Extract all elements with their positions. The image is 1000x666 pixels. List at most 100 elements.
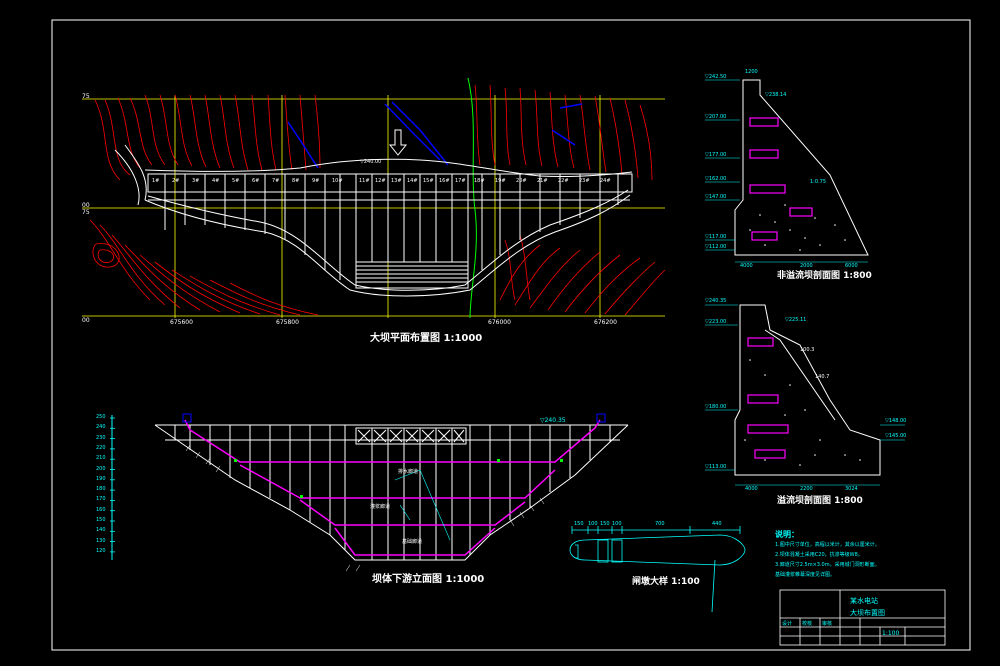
of-el-f: ▽113.00 [705, 464, 727, 470]
dam-block-label: 20# [516, 178, 527, 184]
dam-block-label: 9# [312, 178, 320, 184]
of-dim-3: 3024 [845, 486, 858, 492]
of-el-d: ▽148.00 [885, 418, 907, 424]
dam-block-label: 22# [558, 178, 569, 184]
dam-elevation-outline [154, 424, 629, 561]
elevation-scale-label: 170 [96, 496, 106, 503]
notes-line-4: 基础灌浆帷幕深度见详图。 [775, 572, 836, 578]
overflow-section [705, 304, 905, 486]
elevation-scale-label: 230 [96, 434, 106, 441]
plan-grid-y1: 75 [82, 93, 90, 100]
elevation-scale-label: 160 [96, 506, 106, 513]
no-el-f: ▽117.00 [705, 234, 727, 240]
plan-grid-y3: 75 [82, 209, 90, 216]
dam-block-label: 11# [359, 178, 370, 184]
gate-pier-dim: 700 [655, 521, 665, 527]
no-el-top: ▽242.50 [705, 74, 727, 80]
notes-line-2: 2.坝体混凝土采用C20，抗渗等级W8。 [775, 552, 863, 558]
of-el-top: ▽240.35 [705, 298, 727, 304]
elevation-scale-label: 130 [96, 537, 106, 544]
overflow-title: 溢流坝剖面图 1:800 [777, 496, 863, 506]
drawing-sheet: 大坝平面布置图 1:1000 坝体下游立面图 1:1000 非溢流坝剖面图 1:… [0, 0, 1000, 666]
gallery-label-1: 排水廊道 [398, 469, 419, 475]
no-el-c: ▽177.00 [705, 152, 727, 158]
plan-crest-elev: ▽240.00 [360, 159, 382, 165]
plan-coord-4: 676200 [594, 319, 617, 326]
plan-view [82, 77, 666, 319]
gate-pier-detail [569, 526, 746, 613]
dam-block-label: 8# [292, 178, 300, 184]
dam-block-label: 18# [474, 178, 485, 184]
gate-pier-title: 闸墩大样 1:100 [632, 577, 700, 587]
tb-scale: 1:100 [882, 630, 900, 637]
plan-coord-3: 676000 [488, 319, 511, 326]
notes-line-1: 1.图中尺寸单位，高程以米计，其余以厘米计。 [775, 542, 880, 548]
of-dim-1: 4000 [745, 486, 758, 492]
elevation-scale-label: 150 [96, 517, 106, 523]
dam-block-label: 6# [252, 178, 260, 184]
gate-pier-dim: 150 [574, 521, 584, 527]
dam-block-label: 1# [152, 178, 160, 184]
gate-pier-dim: 150 [600, 521, 610, 527]
elevation-title: 坝体下游立面图 1:1000 [372, 574, 485, 585]
dam-block-label: 21# [537, 178, 548, 184]
elevation-scale-label: 200 [96, 465, 106, 472]
dam-block-label: 19# [495, 178, 506, 184]
no-dim-1: 4000 [740, 263, 753, 269]
no-slope: 1:0.75 [810, 179, 826, 185]
plan-coord-2: 675800 [276, 319, 299, 326]
gate-pier-dim: 100 [612, 521, 622, 527]
no-dim-2: 2000 [800, 263, 813, 269]
dam-block-label: 15# [423, 178, 434, 184]
elevation-scale-label: 240 [96, 424, 106, 431]
elevation-scale-label: 120 [96, 547, 106, 554]
dam-block-label: 4# [212, 178, 220, 184]
no-dim-3: 6000 [845, 263, 858, 269]
dam-block-label: 7# [272, 178, 280, 184]
notes-heading: 说明： [775, 530, 799, 539]
tb-project: 某水电站 [850, 597, 878, 605]
elevation-scale-label: 220 [96, 444, 106, 451]
of-el-a: ▽223.00 [705, 319, 727, 325]
elevation-scale-label: 140 [96, 527, 106, 534]
gallery-label-3: 基础廊道 [402, 539, 423, 545]
dam-block-label: 10# [332, 178, 343, 184]
elevation-scale-label: 180 [96, 486, 106, 493]
tb-r2: 校核 [802, 621, 813, 627]
dam-block-label: 17# [455, 178, 466, 184]
tb-r3: 审核 [822, 621, 833, 627]
tb-r1: 设计 [782, 621, 793, 627]
no-el-g: ▽112.00 [705, 244, 727, 250]
dam-block-label: 5# [232, 178, 240, 184]
dam-block-label: 23# [579, 178, 590, 184]
plan-coord-1: 675600 [170, 319, 193, 326]
gate-pier-dim: 100 [588, 521, 598, 527]
gate-pier-dim: 440 [712, 521, 722, 527]
nonoverflow-title: 非溢流坝剖面图 1:800 [777, 271, 872, 281]
dam-plan-outline [114, 129, 633, 297]
dam-block-label: 14# [407, 178, 418, 184]
gallery-label-2: 灌浆廊道 [370, 504, 391, 510]
of-len-2: 140.7 [815, 374, 830, 380]
no-el-e: ▽147.00 [705, 194, 727, 200]
dam-block-label: 2# [172, 178, 180, 184]
no-crest-width: 1200 [745, 69, 758, 75]
elevation-scale-label: 210 [96, 455, 106, 462]
dam-block-label: 3# [192, 178, 200, 184]
plan-grid-y4: 00 [82, 317, 90, 324]
of-len-1: 100.3 [800, 347, 815, 353]
no-el-d: ▽162.00 [705, 176, 727, 182]
plan-title: 大坝平面布置图 1:1000 [370, 333, 483, 344]
no-el-a: ▽238.14 [765, 92, 787, 98]
elevation-scale-label: 250 [96, 414, 106, 420]
elevation-scale-label: 190 [96, 475, 106, 482]
elevation-view [110, 413, 629, 572]
notes-line-3: 3.廊道尺寸2.5m×3.0m，采用城门洞形断面。 [775, 562, 880, 568]
dam-block-label: 16# [439, 178, 450, 184]
dam-block-label: 24# [600, 178, 611, 184]
dam-block-label: 13# [391, 178, 402, 184]
notes: 说明： 1.图中尺寸单位，高程以米计，其余以厘米计。 2.坝体混凝土采用C20，… [775, 530, 880, 580]
of-el-c: ▽180.00 [705, 404, 727, 410]
of-dim-2: 2200 [800, 486, 813, 492]
tb-drawing: 大坝布置图 [850, 609, 885, 617]
